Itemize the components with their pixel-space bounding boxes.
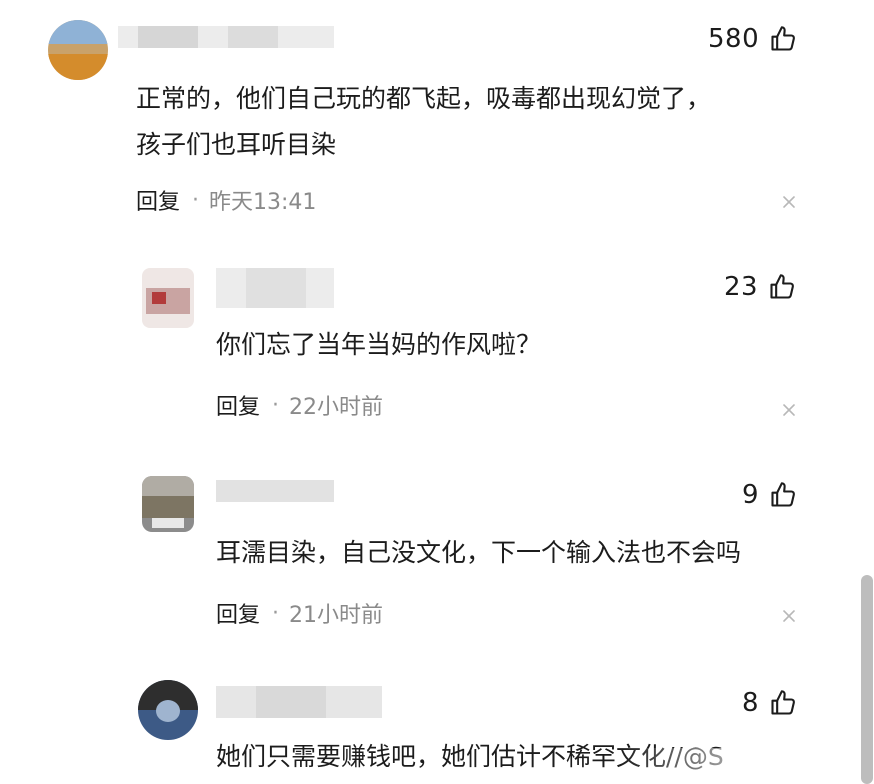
timestamp: 21小时前 <box>289 603 384 628</box>
scrollbar-track[interactable] <box>860 0 874 784</box>
username-blurred[interactable] <box>216 480 334 502</box>
username-blurred[interactable] <box>216 686 382 718</box>
username-blurred[interactable] <box>216 268 334 308</box>
thumbs-up-icon[interactable] <box>769 689 797 717</box>
comment-text-line: 耳濡目染，自己没文化，下一个输入法也不会吗 <box>216 538 742 567</box>
avatar-ground <box>48 54 108 80</box>
watermark-overlay <box>620 748 874 784</box>
separator-dot: · <box>272 392 280 418</box>
comment-text: 耳濡目染，自己没文化，下一个输入法也不会吗 <box>216 534 741 572</box>
avatar-shape <box>156 700 180 722</box>
thumbs-up-icon[interactable] <box>769 25 797 53</box>
comment-meta: 回复 · 昨天13:41 <box>136 184 317 216</box>
reply-button[interactable]: 回复 <box>216 389 260 421</box>
comment-meta: 回复 · 22小时前 <box>216 389 384 421</box>
close-icon[interactable] <box>782 403 796 417</box>
reply-button[interactable]: 回复 <box>136 184 180 216</box>
blur-block <box>138 26 198 48</box>
avatar[interactable] <box>138 680 198 740</box>
blur-block <box>228 26 278 48</box>
reply-button[interactable]: 回复 <box>216 597 260 629</box>
comment-meta: 回复 · 21小时前 <box>216 597 384 629</box>
separator-dot: · <box>192 187 200 213</box>
comment-text: 你们忘了当年当妈的作风啦？ <box>216 326 541 364</box>
like-area[interactable]: 23 <box>724 270 796 304</box>
close-icon[interactable] <box>782 195 796 209</box>
avatar[interactable] <box>142 268 194 328</box>
avatar[interactable] <box>48 20 108 80</box>
like-count: 9 <box>742 480 760 510</box>
like-count: 580 <box>708 24 760 54</box>
like-area[interactable]: 8 <box>742 686 797 720</box>
avatar-shape <box>142 496 194 518</box>
like-count: 8 <box>742 688 760 718</box>
close-icon[interactable] <box>782 609 796 623</box>
avatar-sky <box>48 20 108 44</box>
comment-text-line: 你们忘了当年当妈的作风啦？ <box>216 330 542 359</box>
thumbs-up-icon[interactable] <box>769 481 797 509</box>
timestamp: 昨天13:41 <box>209 190 317 215</box>
comment-text: 正常的，他们自己玩的都飞起，吸毒都出现幻觉了， 孩子们也耳听目染 <box>136 80 711 164</box>
like-area[interactable]: 9 <box>742 478 797 512</box>
avatar-shape <box>142 476 194 496</box>
avatar[interactable] <box>142 476 194 532</box>
like-count: 23 <box>724 272 759 302</box>
comment-text-line: 孩子们也耳听目染 <box>136 130 337 159</box>
timestamp: 22小时前 <box>289 395 384 420</box>
like-area[interactable]: 580 <box>708 22 797 56</box>
separator-dot: · <box>272 600 280 626</box>
blur-block <box>256 686 326 718</box>
avatar-shape <box>152 292 166 304</box>
username-blurred[interactable] <box>118 26 334 48</box>
blur-block <box>246 268 306 308</box>
avatar-shape <box>152 518 184 528</box>
scrollbar-thumb[interactable] <box>861 575 873 784</box>
comment-text-line: 正常的，他们自己玩的都飞起，吸毒都出现幻觉了， <box>136 84 712 113</box>
thumbs-up-icon[interactable] <box>768 273 796 301</box>
